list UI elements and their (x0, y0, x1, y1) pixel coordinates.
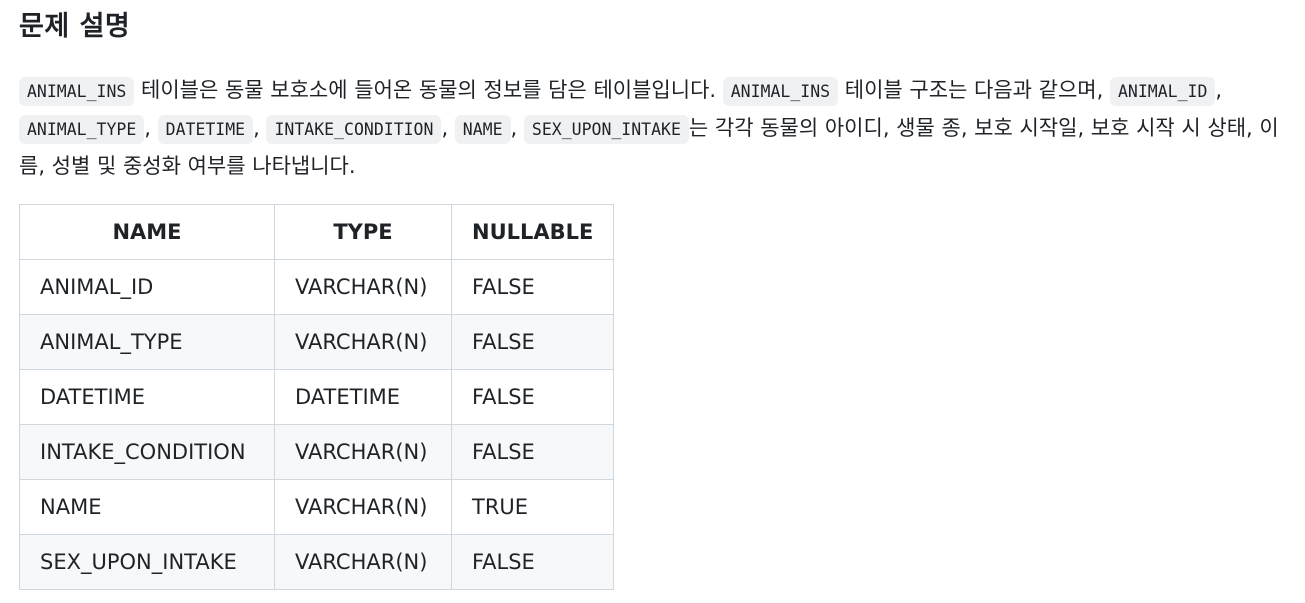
inline-code-column: ANIMAL_TYPE (19, 115, 145, 144)
description-paragraph: ANIMAL_INS 테이블은 동물 보호소에 들어온 동물의 정보를 담은 테… (19, 72, 1287, 184)
description-text: 테이블 구조는 다음과 같으며, (838, 78, 1110, 102)
cell-type: VARCHAR(N) (274, 259, 452, 315)
cell-name: ANIMAL_TYPE (19, 314, 275, 370)
table-header-row: NAME TYPE NULLABLE (19, 204, 615, 260)
inline-code-table-name: ANIMAL_INS (722, 77, 839, 106)
inline-code-column: DATETIME (157, 115, 254, 144)
cell-type: VARCHAR(N) (274, 479, 452, 535)
cell-type: VARCHAR(N) (274, 534, 452, 590)
inline-code-column: SEX_UPON_INTAKE (523, 115, 689, 144)
separator: , (144, 116, 158, 140)
table-row: ANIMAL_TYPE VARCHAR(N) FALSE (19, 314, 615, 370)
cell-nullable: FALSE (450, 534, 615, 590)
page-title: 문제 설명 (19, 11, 131, 42)
table-row: DATETIME DATETIME FALSE (19, 369, 615, 425)
column-header-type: TYPE (274, 204, 452, 260)
table-row: ANIMAL_ID VARCHAR(N) FALSE (19, 259, 615, 315)
cell-name: NAME (19, 479, 275, 535)
column-header-name: NAME (19, 204, 275, 260)
column-header-nullable: NULLABLE (450, 204, 615, 260)
table-row: SEX_UPON_INTAKE VARCHAR(N) FALSE (19, 534, 615, 590)
inline-code-table-name: ANIMAL_INS (19, 77, 135, 106)
inline-code-column: ANIMAL_ID (1109, 77, 1216, 106)
separator: , (510, 116, 524, 140)
inline-code-column: INTAKE_CONDITION (266, 115, 442, 144)
schema-table: NAME TYPE NULLABLE ANIMAL_ID VARCHAR(N) … (19, 204, 615, 590)
cell-name: ANIMAL_ID (19, 259, 275, 315)
cell-name: DATETIME (19, 369, 275, 425)
cell-name: SEX_UPON_INTAKE (19, 534, 275, 590)
cell-nullable: FALSE (450, 259, 615, 315)
separator: , (253, 116, 267, 140)
cell-nullable: FALSE (450, 369, 615, 425)
cell-type: VARCHAR(N) (274, 424, 452, 480)
cell-type: DATETIME (274, 369, 452, 425)
inline-code-column: NAME (454, 115, 511, 144)
cell-type: VARCHAR(N) (274, 314, 452, 370)
table-row: INTAKE_CONDITION VARCHAR(N) FALSE (19, 424, 615, 480)
cell-nullable: FALSE (450, 314, 615, 370)
cell-name: INTAKE_CONDITION (19, 424, 275, 480)
separator: , (1215, 78, 1223, 102)
table-row: NAME VARCHAR(N) TRUE (19, 479, 615, 535)
cell-nullable: FALSE (450, 424, 615, 480)
description-text: 테이블은 동물 보호소에 들어온 동물의 정보를 담은 테이블입니다. (134, 78, 723, 102)
separator: , (441, 116, 455, 140)
cell-nullable: TRUE (450, 479, 615, 535)
